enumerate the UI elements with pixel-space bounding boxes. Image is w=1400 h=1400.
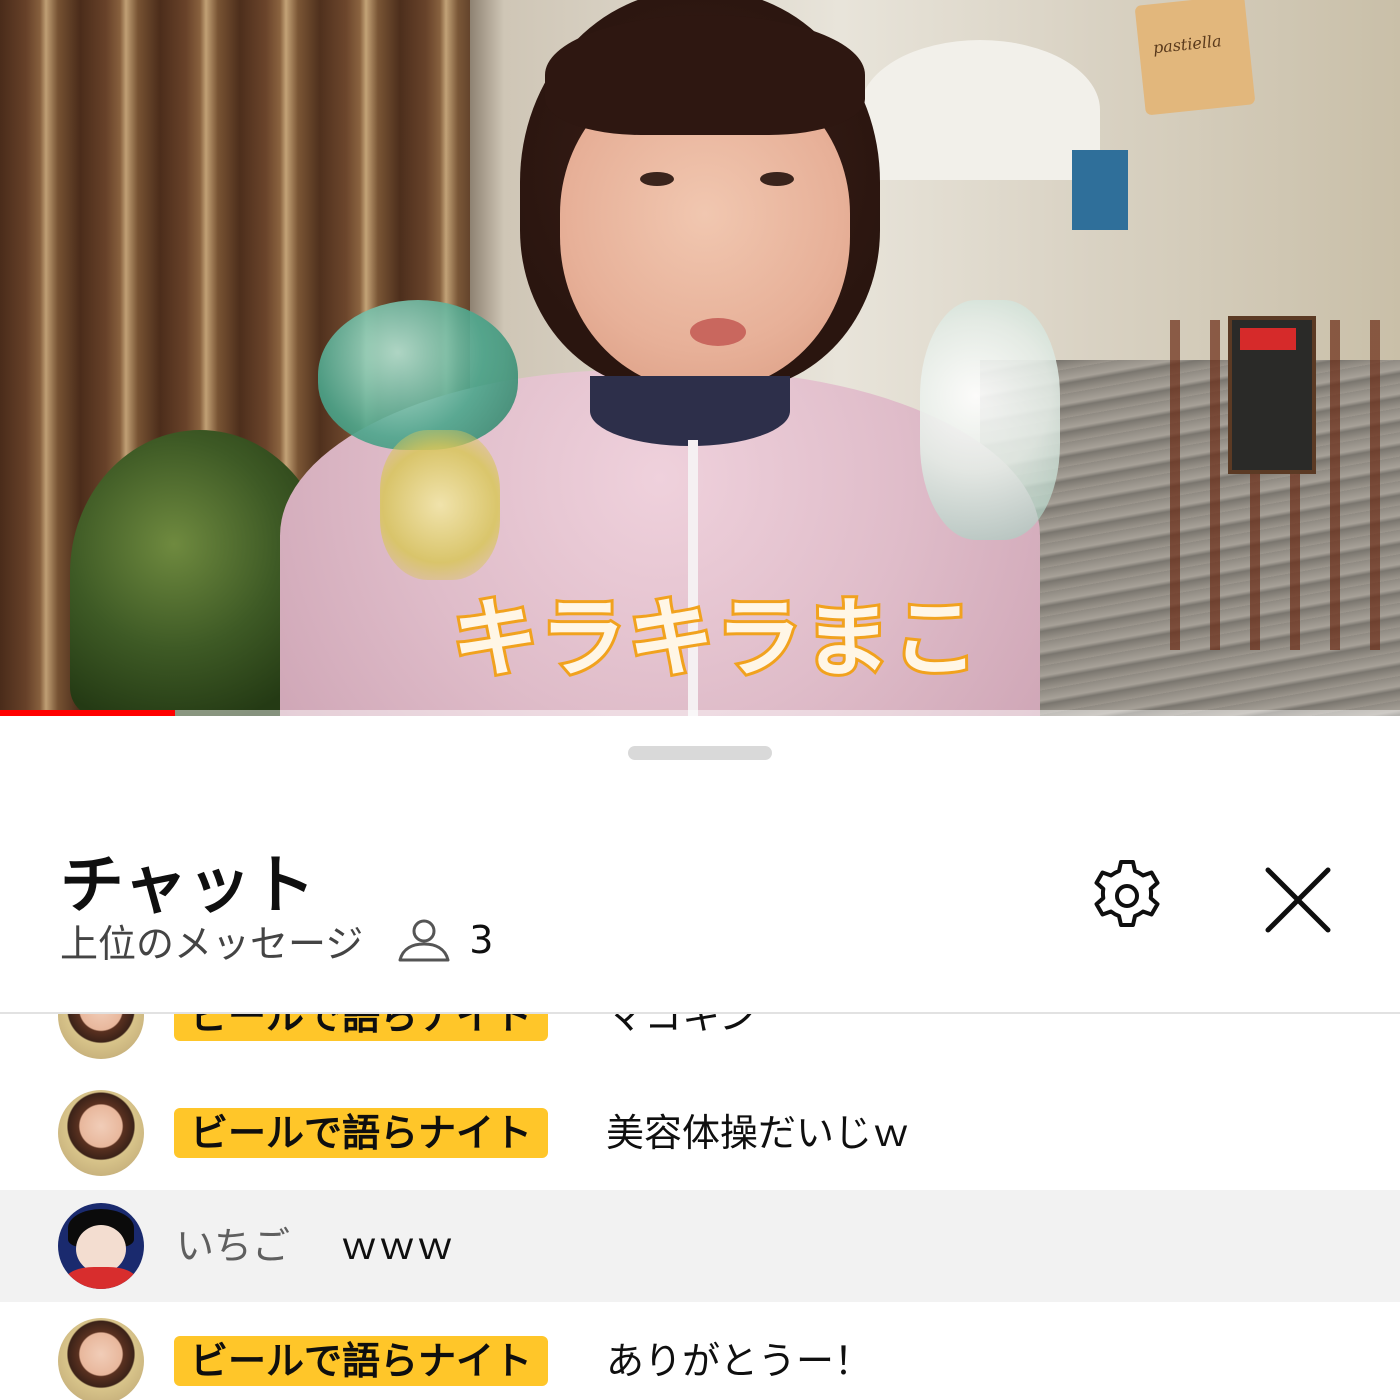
- sparkle-wand-right: [920, 300, 1060, 540]
- author-name[interactable]: いちご: [176, 1221, 290, 1271]
- member-badge: ビールで語らナイト: [174, 1108, 549, 1158]
- background-flag: [1072, 150, 1128, 230]
- presenter-bangs: [545, 15, 865, 135]
- chat-mode-label: 上位のメッセージ: [60, 921, 364, 966]
- video-player[interactable]: pastiella キラキラまこ: [0, 0, 1400, 716]
- presenter-eye-right: [760, 172, 794, 186]
- close-icon: [1265, 867, 1331, 933]
- chat-panel: チャット 上位のメッセージ 3 ビールで語らナイト マコキン ビールで語らナイト…: [0, 716, 1400, 1400]
- chat-message: ビールで語らナイト マコキン: [0, 1014, 1400, 1072]
- presenter-eye-left: [640, 172, 674, 186]
- message-text: マコキン: [606, 1014, 757, 1038]
- avatar[interactable]: [58, 1014, 144, 1059]
- background-umbrella: [860, 40, 1100, 180]
- chat-message: ビールで語らナイト 美容体操だいじｗ: [0, 1077, 1400, 1189]
- viewer-count: 3: [469, 918, 494, 962]
- avatar[interactable]: [58, 1203, 144, 1289]
- avatar[interactable]: [58, 1090, 144, 1176]
- message-text: ｗｗｗ: [340, 1224, 455, 1268]
- sheet-drag-handle[interactable]: [628, 746, 772, 760]
- member-badge: ビールで語らナイト: [174, 1014, 549, 1041]
- chat-mode-selector[interactable]: 上位のメッセージ 3: [60, 916, 494, 966]
- presenter-collar: [590, 376, 790, 446]
- presenter-mouth: [690, 318, 746, 346]
- heart-balloon-prop: [318, 300, 518, 450]
- avatar[interactable]: [58, 1318, 144, 1400]
- person-outline-icon: [398, 919, 450, 962]
- member-badge: ビールで語らナイト: [174, 1336, 549, 1386]
- chat-message: ビールで語らナイト ありがとうー！: [0, 1305, 1400, 1400]
- message-text: ありがとうー！: [606, 1339, 873, 1383]
- chat-settings-button[interactable]: [1086, 856, 1168, 938]
- background-menu-board: [1228, 316, 1316, 474]
- sparkle-wand-left: [380, 430, 500, 580]
- background-shop-sign: pastiella: [1134, 0, 1256, 116]
- message-text: 美容体操だいじｗ: [606, 1111, 911, 1155]
- chat-close-button[interactable]: [1258, 860, 1338, 940]
- chat-message: いちご ｗｗｗ: [0, 1190, 1400, 1302]
- video-caption: キラキラまこ: [449, 586, 981, 692]
- chat-message-list[interactable]: ビールで語らナイト マコキン ビールで語らナイト 美容体操だいじｗ いちご ｗｗ…: [0, 1014, 1400, 1400]
- gear-icon: [1094, 860, 1160, 927]
